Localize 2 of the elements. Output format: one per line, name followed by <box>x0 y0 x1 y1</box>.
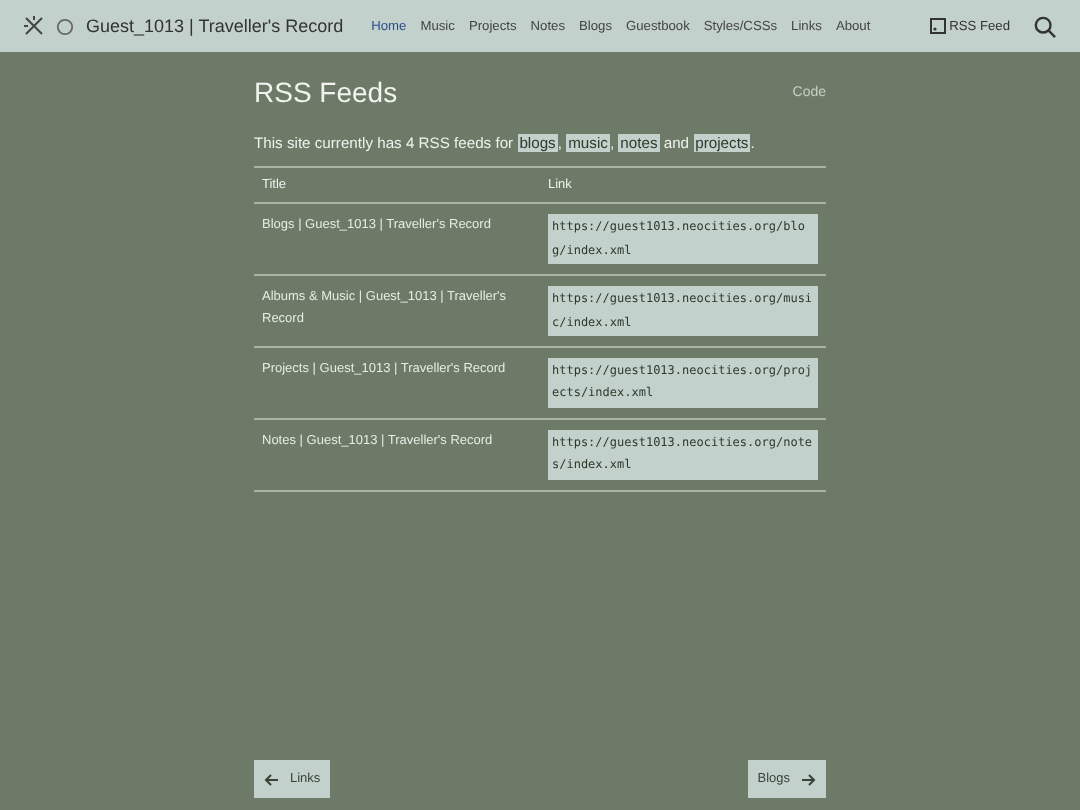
page-heading: RSS Feeds <box>254 76 398 108</box>
site-title[interactable]: Guest_1013 | Traveller's Record <box>86 16 344 36</box>
